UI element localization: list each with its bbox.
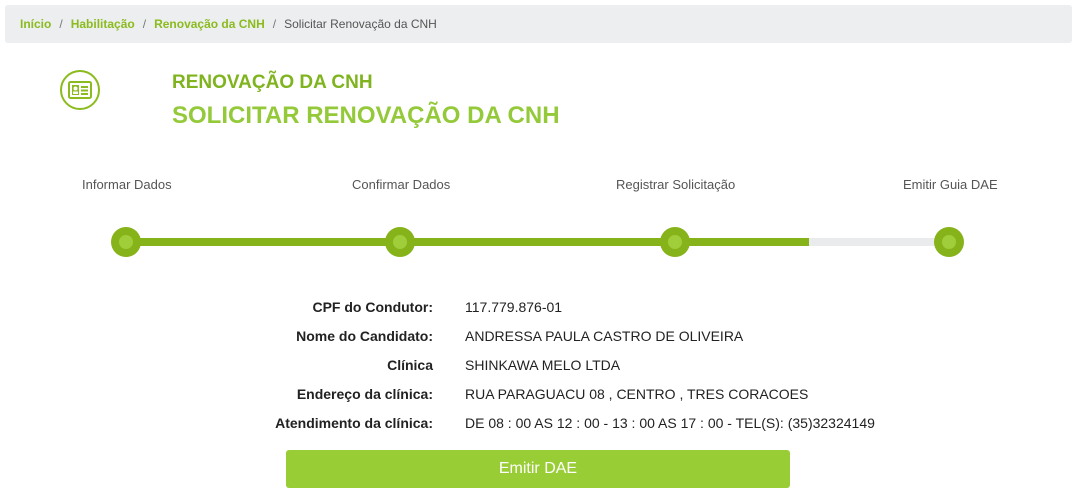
detail-row-clinica: Clínica SHINKAWA MELO LTDA xyxy=(0,357,1077,377)
step-node-3 xyxy=(660,227,690,257)
step-label-informar-dados: Informar Dados xyxy=(82,177,172,192)
breadcrumb-habilitacao[interactable]: Habilitação xyxy=(71,17,135,31)
detail-label: Clínica xyxy=(387,357,433,373)
step-node-4 xyxy=(934,227,964,257)
breadcrumb-inicio[interactable]: Início xyxy=(20,17,51,31)
detail-label: Atendimento da clínica: xyxy=(275,415,433,431)
detail-label: Nome do Candidato: xyxy=(296,328,433,344)
step-label-registrar-solicitacao: Registrar Solicitação xyxy=(616,177,736,192)
step-node-1 xyxy=(111,227,141,257)
breadcrumb-renovacao-cnh[interactable]: Renovação da CNH xyxy=(154,17,265,31)
detail-value: 117.779.876-01 xyxy=(465,299,563,315)
breadcrumb-separator: / xyxy=(59,17,63,31)
detail-value: DE 08 : 00 AS 12 : 00 - 13 : 00 AS 17 : … xyxy=(465,415,875,431)
detail-label: Endereço da clínica: xyxy=(296,386,433,402)
detail-value: SHINKAWA MELO LTDA xyxy=(465,357,621,373)
detail-row-atendimento: Atendimento da clínica: DE 08 : 00 AS 12… xyxy=(0,415,1077,435)
breadcrumb: Início / Habilitação / Renovação da CNH … xyxy=(5,5,1072,43)
breadcrumb-separator: / xyxy=(272,17,277,31)
page-title: RENOVAÇÃO DA CNH xyxy=(172,72,373,93)
breadcrumb-separator: / xyxy=(142,17,147,31)
detail-label: CPF do Condutor: xyxy=(312,299,433,315)
detail-value: RUA PARAGUACU 08 , CENTRO , TRES CORACOE… xyxy=(465,386,809,402)
detail-row-endereco: Endereço da clínica: RUA PARAGUACU 08 , … xyxy=(0,386,1077,406)
step-label-confirmar-dados: Confirmar Dados xyxy=(352,177,451,192)
detail-row-nome: Nome do Candidato: ANDRESSA PAULA CASTRO… xyxy=(0,328,1077,348)
step-node-2 xyxy=(385,227,415,257)
detail-value: ANDRESSA PAULA CASTRO DE OLIVEIRA xyxy=(465,328,744,344)
step-label-emitir-guia-dae: Emitir Guia DAE xyxy=(903,177,998,192)
detail-row-cpf: CPF do Condutor: 117.779.876-01 xyxy=(0,299,1077,319)
id-card-icon xyxy=(60,70,100,110)
page-subtitle: SOLICITAR RENOVAÇÃO DA CNH xyxy=(172,102,560,129)
emit-dae-button[interactable]: Emitir DAE xyxy=(286,450,790,488)
breadcrumb-current: Solicitar Renovação da CNH xyxy=(284,17,437,31)
progress-fill xyxy=(126,238,809,246)
